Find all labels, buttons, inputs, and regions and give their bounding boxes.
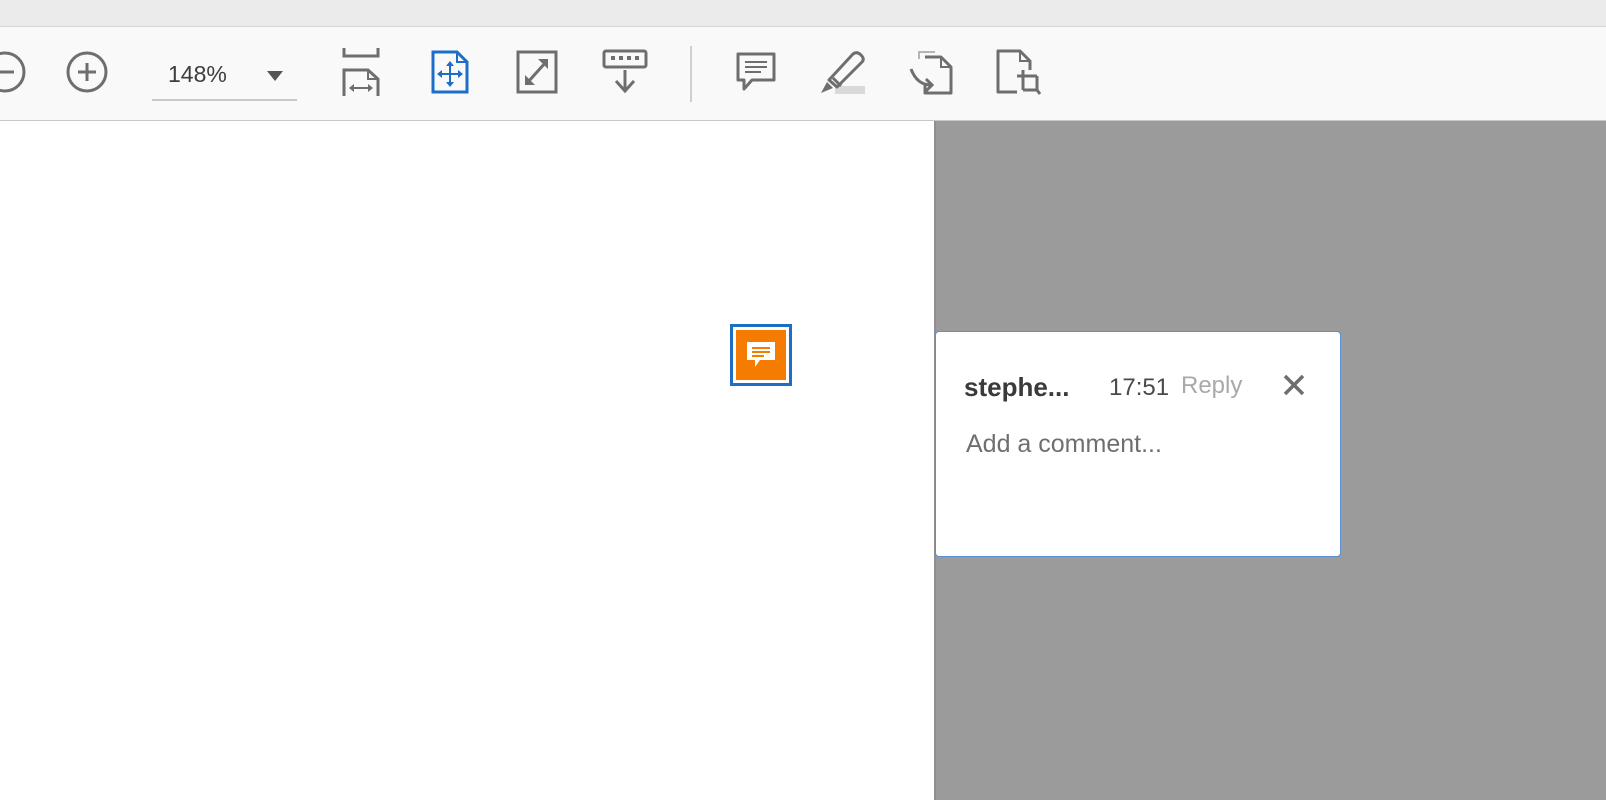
zoom-out-icon [0,50,27,94]
comment-popup: stephe... 17:51 Reply [935,331,1341,557]
export-pdf-button[interactable] [906,47,956,97]
scrolling-mode-button[interactable] [600,47,650,97]
window-title-bar [0,0,1606,27]
zoom-out-button[interactable] [0,47,30,97]
comment-input[interactable] [966,427,1306,461]
zoom-level-dropdown[interactable]: 148% [152,49,297,101]
fit-width-icon [341,46,381,98]
fit-page-button[interactable] [425,47,475,97]
zoom-in-button[interactable] [62,47,112,97]
fit-width-button[interactable] [336,47,386,97]
crop-page-icon [995,48,1041,96]
comment-icon [734,50,778,94]
highlight-text-button[interactable] [818,47,868,97]
add-comment-button[interactable] [731,47,781,97]
sticky-note-annotation[interactable] [730,324,792,386]
document-page[interactable] [0,121,934,800]
close-icon[interactable] [1279,370,1309,400]
reply-button[interactable]: Reply [1181,372,1242,400]
crop-pages-button[interactable] [993,47,1043,97]
comment-author: stephe... [964,372,1070,402]
toolbar-divider [690,46,692,102]
comment-timestamp: 17:51 [1109,374,1170,401]
scroll-mode-icon [602,49,648,95]
highlighter-icon [819,49,867,95]
toolbar: 148% [0,27,1606,121]
sticky-note-icon [736,330,786,380]
fit-page-icon [430,49,470,95]
chevron-down-icon [267,68,283,86]
zoom-level-value: 148% [168,61,227,87]
zoom-in-icon [65,50,109,94]
export-pdf-icon [907,49,955,95]
full-screen-icon [516,50,558,94]
full-screen-button[interactable] [512,47,562,97]
